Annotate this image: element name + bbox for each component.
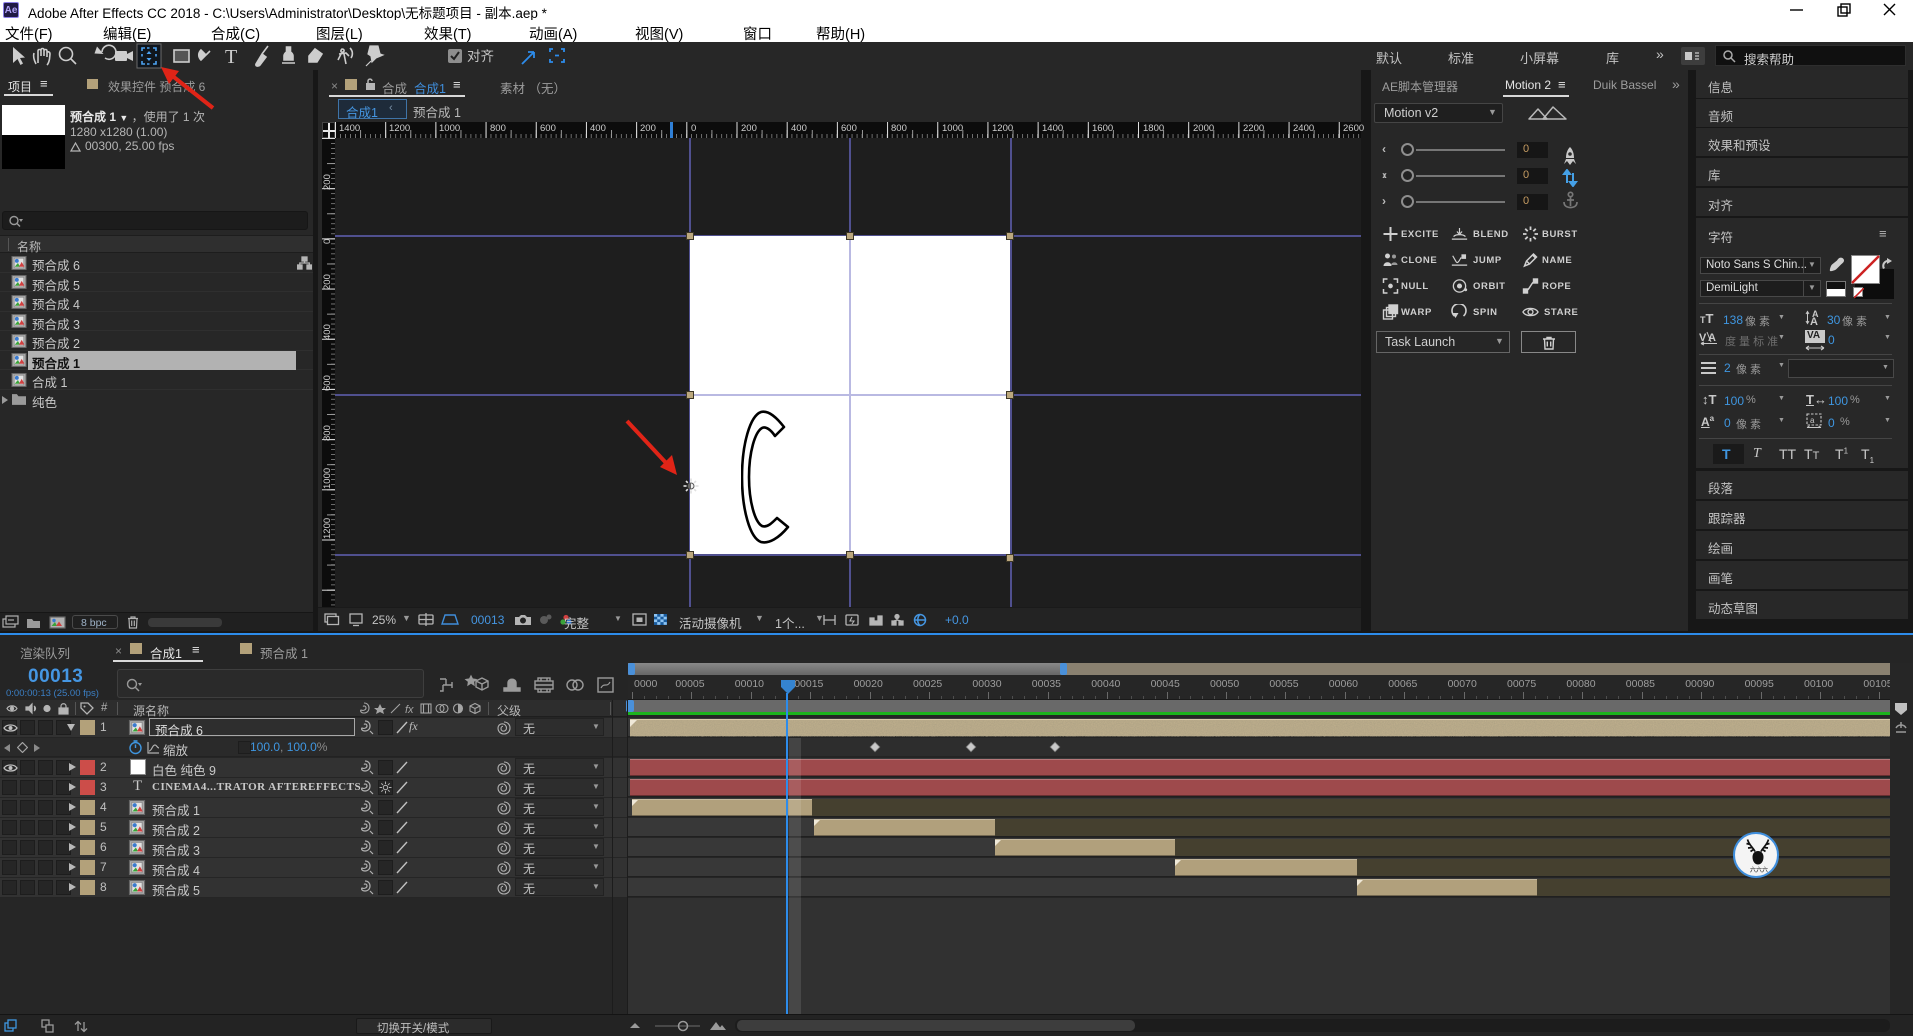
svg-text:T: T xyxy=(225,46,237,68)
svg-text:fx: fx xyxy=(405,704,414,715)
svg-text:六六六: 六六六 xyxy=(1750,866,1768,874)
svg-text:对齐: 对齐 xyxy=(467,49,494,64)
